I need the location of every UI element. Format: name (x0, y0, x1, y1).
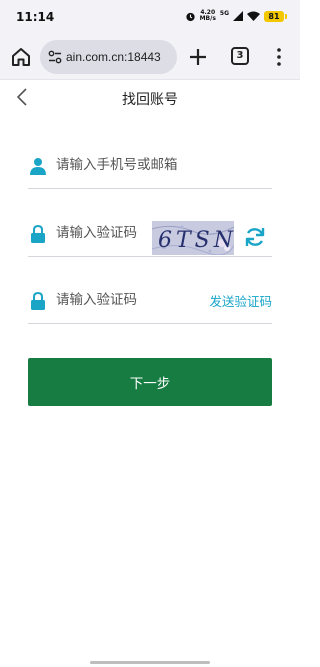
status-icons: 4.20 MB/s 5G 81 (185, 9, 287, 23)
lock-icon (31, 225, 45, 243)
next-button[interactable]: 下一步 (28, 358, 272, 406)
account-field-row (28, 141, 272, 189)
net-speed: 4.20 MB/s (199, 9, 216, 22)
account-input[interactable] (56, 141, 266, 189)
browser-toolbar: ain.com.cn:18443 3 (0, 34, 300, 80)
new-tab-icon[interactable] (188, 47, 208, 67)
home-indicator[interactable] (90, 661, 210, 664)
captcha-text: 6TSN (158, 228, 234, 253)
sms-code-input[interactable] (56, 276, 186, 324)
status-time: 11:14 (16, 10, 55, 24)
site-settings-icon[interactable] (48, 50, 62, 64)
more-menu-icon[interactable] (272, 47, 286, 67)
wifi-icon (247, 11, 260, 21)
home-icon[interactable] (10, 46, 32, 68)
url-text[interactable]: ain.com.cn:18443 (66, 50, 161, 64)
battery-icon: 81 (264, 10, 287, 22)
captcha-image[interactable]: 6TSN (152, 221, 234, 255)
address-bar[interactable]: ain.com.cn:18443 (40, 40, 177, 74)
user-icon (30, 158, 46, 175)
network-type: 5G (219, 9, 229, 17)
cellular-signal-icon (233, 11, 243, 21)
send-code-button[interactable]: 发送验证码 (209, 291, 272, 310)
tab-switcher-button[interactable]: 3 (231, 47, 249, 65)
sms-code-field-row: 发送验证码 (28, 276, 272, 324)
captcha-field-row: 6TSN (28, 209, 272, 257)
page-header: 找回账号 (0, 80, 300, 116)
refresh-captcha-icon[interactable] (244, 226, 266, 248)
alarm-icon (185, 12, 195, 21)
status-bar: 11:14 4.20 MB/s 5G 81 (0, 0, 300, 34)
lock-icon (31, 292, 45, 310)
page-title: 找回账号 (122, 92, 178, 108)
captcha-noise: 6TSN (152, 221, 234, 255)
captcha-input[interactable] (56, 209, 148, 257)
